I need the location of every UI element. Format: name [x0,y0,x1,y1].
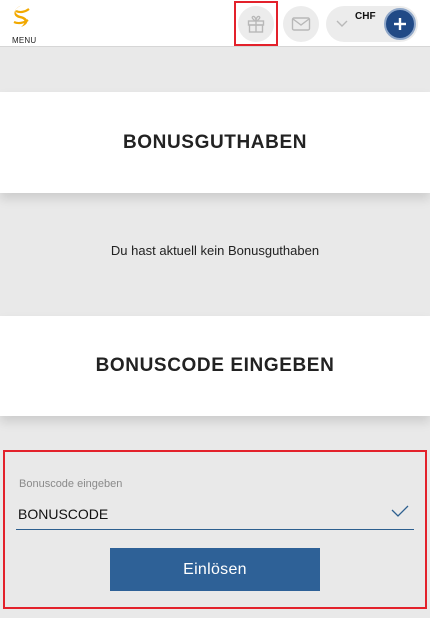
menu-button[interactable]: MENU [6,3,38,45]
currency-label: CHF [355,11,376,22]
bonus-balance-empty-message: Du hast aktuell kein Bonusguthaben [110,243,320,258]
bonus-balance-title: BONUSGUTHABEN [122,131,308,153]
mail-button[interactable] [283,6,319,42]
plus-icon [394,18,406,30]
gift-highlight-frame [234,1,278,46]
chevron-down-icon [336,20,348,27]
bonus-code-title: BONUSCODE EINGEBEN [95,355,335,376]
bonus-code-card: BONUSCODE EINGEBEN [0,316,430,416]
redeem-button[interactable]: Einlösen [110,548,320,591]
check-icon [391,505,409,517]
menu-label: MENU [12,36,37,45]
bonus-balance-card: BONUSGUTHABEN [0,92,430,193]
bonus-code-form: Bonuscode eingeben Einlösen [3,450,427,609]
top-bar: MENU CHF [0,0,430,47]
deposit-plus-button[interactable] [384,8,416,40]
logo-icon [13,5,30,27]
mail-icon [291,17,311,31]
bonus-code-input[interactable] [16,498,414,530]
bonus-code-field-label: Bonuscode eingeben [19,478,123,490]
